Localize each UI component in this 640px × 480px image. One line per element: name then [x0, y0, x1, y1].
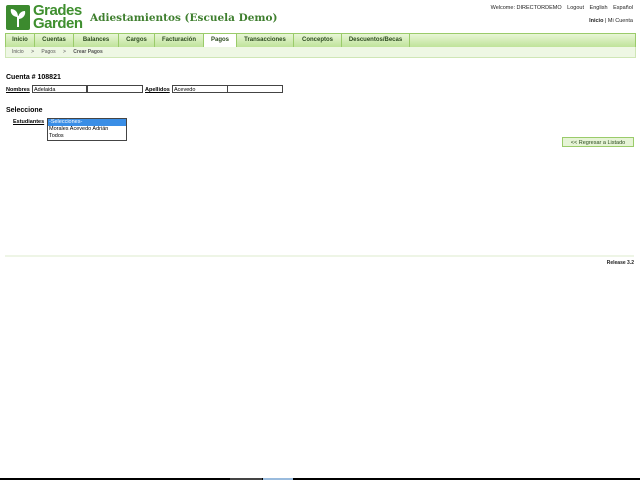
breadcrumb-separator: >	[62, 49, 66, 55]
logo-line-2: Garden	[33, 15, 83, 32]
tab-facturacion[interactable]: Facturación	[155, 34, 204, 47]
option-todos[interactable]: Todos	[48, 133, 126, 140]
breadcrumb-pagos[interactable]: Pagos	[41, 49, 55, 55]
logo-text: Grades Garden	[33, 3, 83, 32]
tab-cargos[interactable]: Cargos	[119, 34, 155, 47]
sprout-icon	[6, 5, 30, 30]
welcome-text: Welcome: DIRECTORDEMO	[490, 5, 562, 11]
seleccione-heading: Seleccione	[6, 107, 43, 114]
return-to-list-button[interactable]: << Regresar a Listado	[562, 137, 634, 147]
release-label: Release 3.2	[606, 260, 634, 266]
tab-descuentos-becas[interactable]: Descuentos/Becas	[342, 34, 410, 47]
nombres-label: Nombres	[6, 87, 30, 93]
breadcrumb: Inicio > Pagos > Crear Pagos	[5, 47, 636, 58]
nombres-field: Adelaida	[32, 85, 87, 93]
breadcrumb-crear-pagos: Crear Pagos	[73, 49, 103, 55]
account-title: Cuenta # 108821	[6, 74, 61, 81]
espanol-link[interactable]: Español	[613, 5, 633, 11]
tab-pagos[interactable]: Pagos	[204, 34, 237, 48]
breadcrumb-separator: >	[31, 49, 34, 55]
option-student[interactable]: Morales Acevedo Adrián	[48, 126, 126, 133]
mi-cuenta-link[interactable]: | Mi Cuenta	[605, 18, 633, 24]
tab-cuentas[interactable]: Cuentas	[35, 34, 74, 47]
apellidos-label: Apellidos	[145, 87, 170, 93]
option-selecciones[interactable]: -Selecciones-	[48, 119, 126, 126]
apellidos-field-2	[227, 85, 283, 93]
inicio-link[interactable]: Inicio	[589, 18, 603, 24]
estudiantes-label: Estudiantes	[13, 119, 45, 125]
breadcrumb-inicio[interactable]: Inicio	[12, 49, 24, 55]
tab-inicio[interactable]: Inicio	[6, 34, 35, 47]
estudiantes-select[interactable]: -Selecciones- Morales Acevedo Adrián Tod…	[47, 118, 127, 141]
grades-garden-logo[interactable]: Grades Garden	[6, 3, 84, 32]
main-nav: Inicio Cuentas Balances Cargos Facturaci…	[5, 33, 636, 48]
school-name: Adiestamientos (Escuela Demo)	[90, 12, 278, 24]
english-link[interactable]: English	[590, 5, 608, 11]
footer-divider	[5, 255, 634, 257]
top-links: Inicio | Mi Cuenta	[589, 18, 633, 24]
apellidos-field: Acevedo	[172, 85, 228, 93]
logout-link[interactable]: Logout	[567, 5, 584, 11]
tab-transacciones[interactable]: Transacciones	[237, 34, 294, 47]
tab-balances[interactable]: Balances	[74, 34, 119, 47]
user-bar: Welcome: DIRECTORDEMO Logout English Esp…	[487, 5, 633, 11]
tab-conceptos[interactable]: Conceptos	[294, 34, 342, 47]
nombres-field-2	[87, 85, 143, 93]
